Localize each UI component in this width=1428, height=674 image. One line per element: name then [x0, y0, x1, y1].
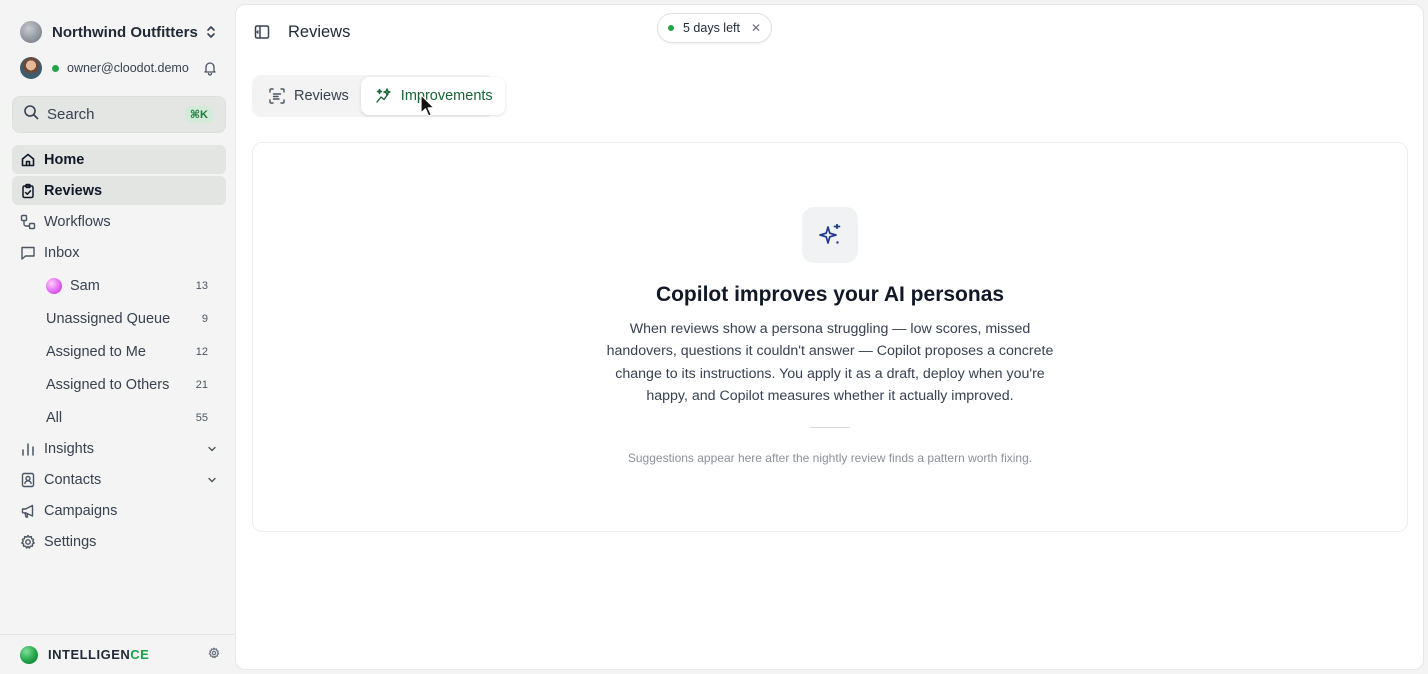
empty-state-title: Copilot improves your AI personas [655, 283, 1005, 306]
bar-chart-icon [20, 441, 36, 457]
inbox-item-count: 12 [195, 345, 208, 358]
tab-label: Improvements [400, 88, 493, 104]
intelligence-orb-icon [20, 645, 38, 664]
intelligence-brand[interactable]: INTELLIGENCE [48, 647, 208, 662]
scan-text-icon [268, 87, 286, 105]
inbox-item-label: Unassigned Queue [46, 310, 171, 327]
sidebar-item-label: Settings [44, 533, 97, 550]
sidebar: Northwind Outfitters owner@cloodot.demo … [0, 0, 234, 674]
tab-label: Reviews [294, 88, 349, 104]
trial-badge: 5 days left ✕ [657, 13, 772, 43]
inbox-item-sam[interactable]: Sam 13 [12, 269, 226, 302]
workflow-icon [20, 214, 36, 230]
chevron-down-icon[interactable] [206, 474, 218, 486]
user-email: owner@cloodot.demo [67, 61, 189, 75]
tab-bar: Reviews Improvements [252, 75, 505, 117]
sidebar-item-workflows[interactable]: Workflows [12, 207, 226, 236]
sparkles-icon [802, 207, 858, 263]
avatar [20, 57, 42, 79]
empty-state-note: Suggestions appear here after the nightl… [627, 451, 1033, 465]
gear-icon[interactable] [208, 646, 220, 664]
sidebar-item-label: Home [44, 151, 85, 168]
sidebar-item-label: Inbox [44, 244, 80, 261]
sidebar-toggle-icon[interactable] [254, 24, 270, 40]
message-square-icon [20, 245, 36, 261]
sparkles-chart-icon [375, 87, 393, 105]
org-switcher[interactable]: Northwind Outfitters [20, 20, 218, 44]
search-label: Search [47, 106, 95, 123]
divider [810, 427, 850, 428]
inbox-item-count: 55 [195, 411, 208, 424]
search-shortcut-badge: ⌘K [184, 106, 213, 123]
sidebar-item-insights[interactable]: Insights [12, 434, 226, 463]
brand-text: INTELLIGEN [48, 647, 131, 662]
trial-status-dot [668, 25, 674, 31]
inbox-item-label: Assigned to Others [46, 376, 170, 393]
mouse-cursor-icon [420, 94, 436, 118]
sidebar-item-label: Insights [44, 440, 94, 457]
bell-icon[interactable] [202, 60, 218, 76]
brand-accent-text: CE [130, 647, 150, 662]
inbox-item-count: 9 [201, 312, 208, 325]
org-logo [20, 21, 42, 43]
inbox-item-label: Assigned to Me [46, 343, 146, 360]
sidebar-footer: INTELLIGENCE [0, 634, 234, 674]
sidebar-item-settings[interactable]: Settings [12, 527, 226, 556]
org-name: Northwind Outfitters [52, 23, 198, 41]
inbox-item-assigned-to-others[interactable]: Assigned to Others 21 [12, 368, 226, 401]
user-row[interactable]: owner@cloodot.demo [20, 56, 218, 80]
online-status-dot [52, 64, 59, 72]
megaphone-icon [20, 503, 36, 519]
sidebar-nav: Home Reviews Workflows Inbox Sam 13 Unas… [12, 145, 226, 558]
inbox-item-count: 21 [195, 378, 208, 391]
chevron-down-icon[interactable] [206, 443, 218, 455]
chevron-up-down-icon [204, 23, 218, 41]
empty-state-card: Copilot improves your AI personas When r… [252, 142, 1408, 532]
inbox-item-unassigned-queue[interactable]: Unassigned Queue 9 [12, 302, 226, 335]
inbox-item-label: Sam [70, 277, 100, 294]
inbox-item-all[interactable]: All 55 [12, 401, 226, 434]
trial-text: 5 days left [683, 21, 740, 35]
close-icon[interactable]: ✕ [751, 21, 761, 35]
tab-reviews[interactable]: Reviews [254, 77, 361, 115]
sidebar-item-label: Campaigns [44, 502, 118, 519]
sidebar-item-label: Workflows [44, 213, 111, 230]
persona-avatar [46, 277, 62, 294]
home-icon [20, 152, 36, 168]
inbox-item-count: 13 [195, 279, 208, 292]
empty-state-description: When reviews show a persona struggling —… [606, 321, 1054, 404]
sidebar-item-contacts[interactable]: Contacts [12, 465, 226, 494]
sidebar-item-reviews[interactable]: Reviews [12, 176, 226, 205]
gear-icon [20, 534, 36, 550]
sidebar-item-label: Reviews [44, 182, 103, 199]
main-panel: Reviews 5 days left ✕ Reviews Improvemen… [235, 4, 1424, 670]
search-button[interactable]: Search ⌘K [12, 96, 226, 133]
sidebar-item-inbox[interactable]: Inbox [12, 238, 226, 267]
sidebar-item-campaigns[interactable]: Campaigns [12, 496, 226, 525]
sidebar-item-label: Contacts [44, 471, 102, 488]
sidebar-item-home[interactable]: Home [12, 145, 226, 174]
clipboard-check-icon [20, 183, 36, 199]
contact-card-icon [20, 472, 36, 488]
page-title: Reviews [288, 23, 351, 41]
inbox-item-label: All [46, 409, 63, 426]
inbox-item-assigned-to-me[interactable]: Assigned to Me 12 [12, 335, 226, 368]
search-icon [23, 104, 39, 125]
